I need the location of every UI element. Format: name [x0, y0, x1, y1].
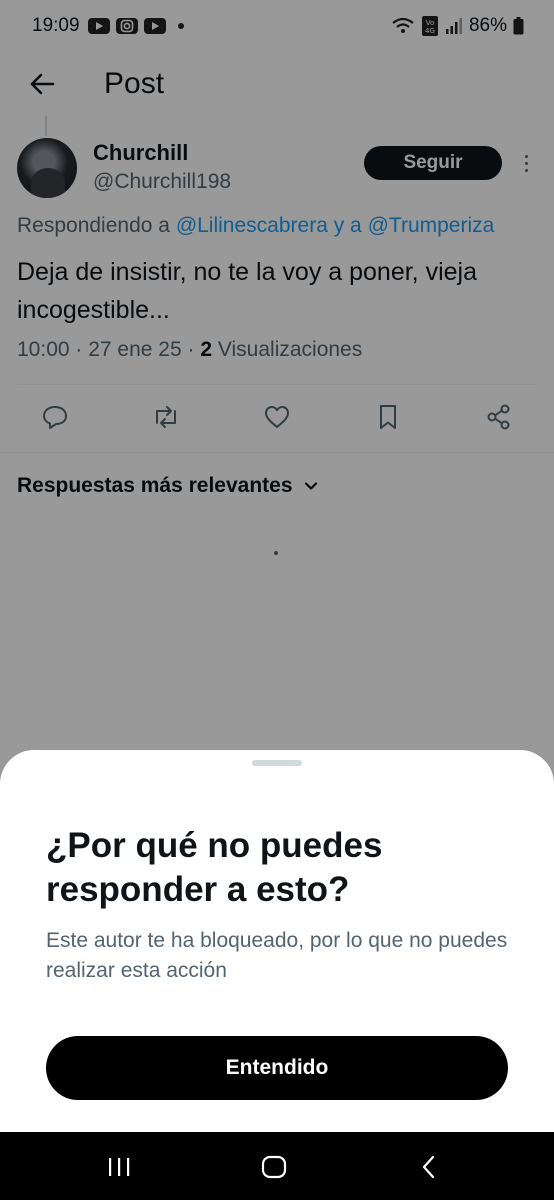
sheet-message: Este autor te ha bloqueado, por lo que n… — [46, 929, 508, 982]
recent-apps-icon[interactable] — [102, 1150, 136, 1184]
back-icon[interactable] — [412, 1150, 446, 1184]
understood-button[interactable]: Entendido — [46, 1036, 508, 1100]
home-icon[interactable] — [257, 1150, 291, 1184]
system-navigation-bar — [0, 1132, 554, 1200]
app-screen: 19:09 Vo 4G 86% Post Churchill @Churchill… — [0, 0, 554, 1200]
bottom-sheet: ¿Por qué no puedes responder a esto? Est… — [0, 750, 554, 1132]
sheet-drag-handle[interactable] — [252, 760, 302, 766]
sheet-title: ¿Por qué no puedes responder a esto? — [46, 826, 383, 909]
